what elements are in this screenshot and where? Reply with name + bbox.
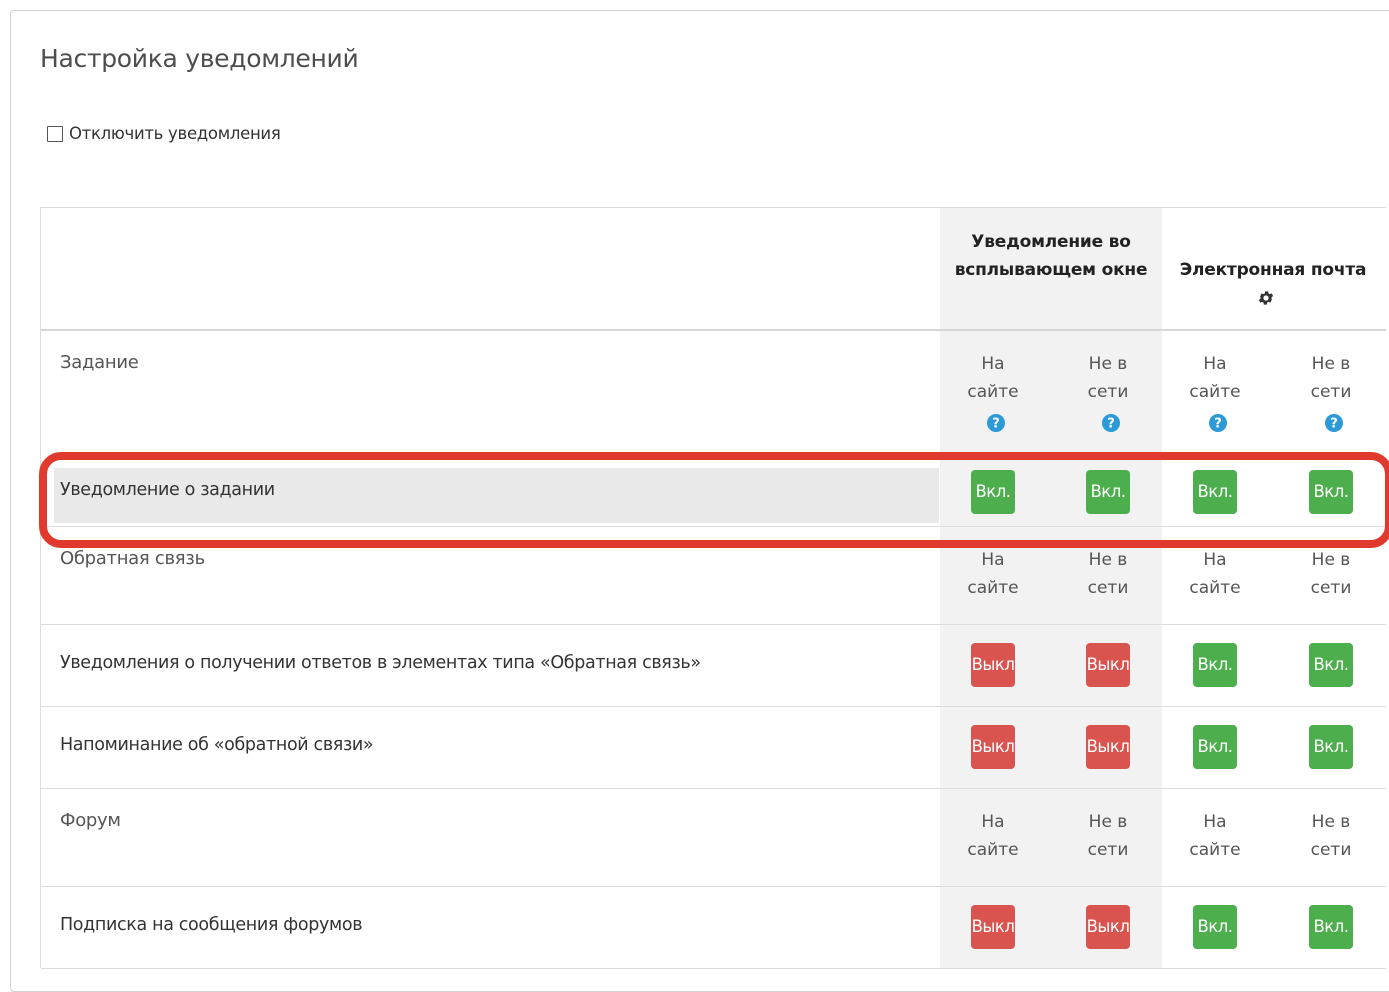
column-label-online: На сайте [1175, 808, 1255, 864]
column-label-offline: Не в сети [1291, 546, 1371, 602]
notification-row-label: Уведомление о задании [60, 480, 275, 500]
column-label-line: Не в [1311, 812, 1351, 832]
section-title: Задание [60, 352, 139, 373]
column-label-offline: Не в сети [1291, 808, 1371, 864]
toggle-off-button[interactable]: Выкл [971, 725, 1015, 769]
notification-row-label: Уведомления о получении ответов в элемен… [60, 653, 701, 673]
column-label-line: Не в [1311, 550, 1351, 570]
column-label-line: На [1203, 354, 1227, 374]
section-divider [41, 968, 1386, 969]
popup-column-header: Уведомление во всплывающем окне [954, 232, 1148, 280]
row-divider [41, 624, 1386, 625]
gear-icon[interactable] [1257, 289, 1275, 307]
section-divider [41, 788, 1386, 789]
page-title: Настройка уведомлений [40, 44, 359, 73]
disable-notifications-label: Отключить уведомления [69, 124, 281, 143]
column-label-line: сайте [1189, 840, 1241, 860]
toggle-on-button[interactable]: Вкл. [1309, 905, 1353, 949]
column-label-line: сети [1087, 382, 1129, 402]
row-divider [41, 886, 1386, 887]
column-label-line: сайте [967, 578, 1019, 598]
column-label-line: сети [1310, 840, 1352, 860]
toggle-on-button[interactable]: Вкл. [1309, 643, 1353, 687]
column-label-offline: Не в сети [1068, 350, 1148, 406]
svg-text:?: ? [1214, 417, 1222, 432]
header-divider [41, 329, 1386, 331]
toggle-off-button[interactable]: Выкл [971, 905, 1015, 949]
column-label-line: Не в [1088, 812, 1128, 832]
column-label-offline: Не в сети [1068, 808, 1148, 864]
column-label-offline: Не в сети [1291, 350, 1371, 406]
column-label-offline: Не в сети [1068, 546, 1148, 602]
column-label-line: На [1203, 812, 1227, 832]
toggle-off-button[interactable]: Выкл [1086, 643, 1130, 687]
toggle-off-button[interactable]: Выкл [971, 643, 1015, 687]
notification-row-label: Подписка на сообщения форумов [60, 915, 363, 935]
row-divider [41, 706, 1386, 707]
column-label-online: На сайте [953, 350, 1033, 406]
column-label-line: сети [1087, 840, 1129, 860]
column-label-line: сайте [967, 382, 1019, 402]
column-label-line: сети [1310, 382, 1352, 402]
help-icon[interactable]: ? [987, 414, 1005, 432]
toggle-on-button[interactable]: Вкл. [1086, 470, 1130, 514]
toggle-off-button[interactable]: Выкл [1086, 905, 1130, 949]
help-icon[interactable]: ? [1102, 414, 1120, 432]
email-column-header: Электронная почта [1179, 260, 1367, 280]
help-icon[interactable]: ? [1325, 414, 1343, 432]
svg-text:?: ? [992, 417, 1000, 432]
column-label-line: На [1203, 550, 1227, 570]
toggle-on-button[interactable]: Вкл. [1193, 643, 1237, 687]
svg-text:?: ? [1107, 417, 1115, 432]
column-label-online: На сайте [1175, 546, 1255, 602]
toggle-off-button[interactable]: Выкл [1086, 725, 1130, 769]
section-title: Обратная связь [60, 548, 205, 569]
column-label-line: Не в [1088, 354, 1128, 374]
column-label-online: На сайте [953, 808, 1033, 864]
section-divider [41, 526, 1386, 527]
help-icon[interactable]: ? [1209, 414, 1227, 432]
disable-notifications-option[interactable]: Отключить уведомления [47, 124, 281, 143]
toggle-on-button[interactable]: Вкл. [1193, 905, 1237, 949]
section-title: Форум [60, 810, 121, 831]
toggle-on-button[interactable]: Вкл. [1193, 470, 1237, 514]
column-label-line: сети [1087, 578, 1129, 598]
toggle-on-button[interactable]: Вкл. [1309, 725, 1353, 769]
disable-notifications-checkbox[interactable] [47, 125, 63, 142]
toggle-on-button[interactable]: Вкл. [971, 470, 1015, 514]
column-label-line: Не в [1088, 550, 1128, 570]
column-label-line: Не в [1311, 354, 1351, 374]
column-label-line: сети [1310, 578, 1352, 598]
column-label-line: На [981, 812, 1005, 832]
notification-row-label: Напоминание об «обратной связи» [60, 735, 374, 755]
column-label-line: сайте [1189, 578, 1241, 598]
column-label-online: На сайте [953, 546, 1033, 602]
column-label-line: сайте [967, 840, 1019, 860]
column-label-line: сайте [1189, 382, 1241, 402]
column-label-line: На [981, 550, 1005, 570]
toggle-on-button[interactable]: Вкл. [1309, 470, 1353, 514]
column-label-line: На [981, 354, 1005, 374]
column-label-online: На сайте [1175, 350, 1255, 406]
toggle-on-button[interactable]: Вкл. [1193, 725, 1237, 769]
preferences-table: Уведомление во всплывающем окне Электрон… [40, 207, 1386, 969]
svg-text:?: ? [1330, 417, 1338, 432]
